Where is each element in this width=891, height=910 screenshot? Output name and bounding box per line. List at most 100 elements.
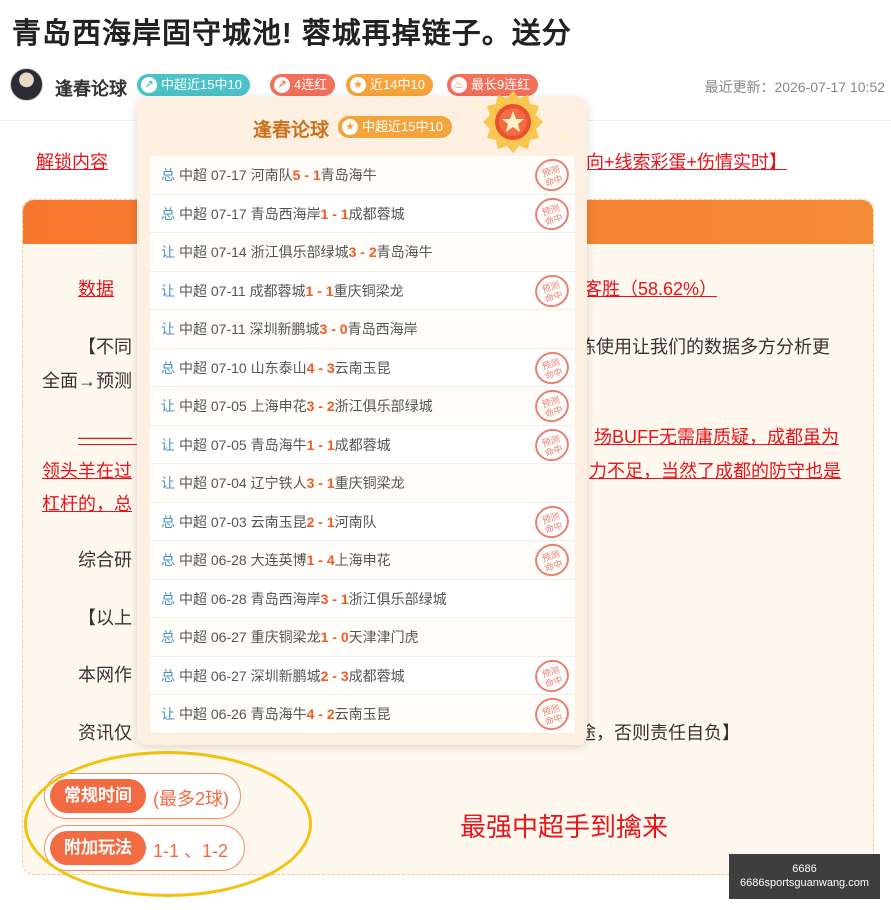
record-away-team: 青岛西海岸 — [347, 321, 418, 337]
record-away-team: 浙江俱乐部绿城 — [348, 590, 447, 607]
record-away-score: 1 — [326, 513, 335, 530]
record-match: 中超 07-03 云南玉昆 — [179, 513, 307, 530]
record-away-team: 浙江俱乐部绿城 — [334, 398, 433, 414]
popup-badge: ★ 中超近15中10 — [338, 116, 452, 138]
watermark: 6686 6686sportsguanwang.com — [729, 854, 880, 899]
record-row[interactable]: 让中超 06-26 青岛海牛4 - 2云南玉昆 预测 命中 — [150, 693, 575, 734]
record-away-team: 云南玉昆 — [334, 359, 391, 376]
hit-stamp-icon: 预测 命中 — [530, 693, 574, 734]
analysis-text-line2-tail: 力不足，当然了成都的防守也是 — [589, 461, 841, 481]
record-match: 中超 07-17 河南队 — [179, 167, 293, 183]
record-away-score: 1 — [326, 475, 335, 491]
record-row[interactable]: 总中超 07-17 青岛西海岸1 - 1成都蓉城 预测 命中 — [150, 193, 575, 234]
unlock-link[interactable]: 解锁内容 — [36, 148, 108, 174]
record-row[interactable]: 让中超 07-11 成都蓉城1 - 1重庆铜梁龙 预测 命中 — [150, 270, 575, 311]
unlock-link-tail[interactable]: 向+线索彩蛋+伤情实时】 — [586, 148, 787, 174]
sparkle-icon: ✦ — [555, 125, 571, 145]
record-match: 中超 07-11 深圳新鹏城 — [179, 321, 320, 337]
star-icon: ★ — [350, 77, 366, 93]
record-match: 中超 07-14 浙江俱乐部绿城 — [179, 244, 349, 260]
record-row[interactable]: 总中超 06-27 重庆铜梁龙1 - 0天津津门虎 — [150, 618, 575, 657]
watermark-line1: 6686 — [792, 863, 817, 875]
record-score-sep: - — [314, 552, 327, 568]
analysis-text-tail: 场BUFF无需庸质疑，成都虽为 — [594, 427, 839, 447]
record-kind: 让 — [161, 282, 175, 299]
record-kind: 总 — [161, 629, 175, 645]
record-match: 中超 06-28 青岛西海岸 — [179, 590, 321, 607]
record-match: 中超 06-26 青岛海牛 — [179, 706, 307, 722]
record-score-sep: - — [313, 282, 326, 299]
arrow-up-icon: ↗ — [274, 77, 290, 93]
record-away-score: 1 — [340, 590, 349, 607]
record-match: 中超 06-27 深圳新鹏城 — [179, 667, 321, 684]
hit-stamp-icon: 预测 命中 — [530, 347, 574, 388]
sparkle-icon: ✦ — [473, 99, 484, 113]
last-updated: 最近更新：2026-07-17 10:52 — [704, 79, 885, 95]
slogan: 最强中超手到擒来 — [460, 812, 669, 842]
record-score-sep: - — [314, 359, 327, 376]
record-row[interactable]: 总中超 06-28 青岛西海岸3 - 1浙江俱乐部绿城 — [150, 580, 575, 618]
record-score-sep: - — [314, 475, 327, 491]
analysis-text-line2: 领头羊在过 — [42, 461, 132, 481]
record-kind: 总 — [161, 513, 175, 530]
record-match: 中超 07-05 青岛海牛 — [179, 436, 307, 453]
record-row[interactable]: 总中超 06-28 大连英博1 - 4上海申花 预测 命中 — [150, 539, 575, 581]
record-away-team: 成都蓉城 — [334, 436, 391, 453]
medal-icon — [483, 91, 543, 153]
record-score-sep: - — [328, 629, 341, 645]
record-row[interactable]: 总中超 07-10 山东泰山4 - 3云南玉昆 预测 命中 — [150, 347, 575, 388]
record-row[interactable]: 让中超 07-14 浙江俱乐部绿城3 - 2青岛海牛 — [150, 233, 575, 272]
avatar[interactable] — [10, 68, 43, 101]
record-kind: 让 — [161, 244, 175, 260]
badge-streak[interactable]: ↗ 4连红 — [270, 74, 336, 96]
badge-recent[interactable]: ↗ 中超近15中10 — [137, 74, 250, 96]
record-away-score: 1 — [325, 282, 334, 299]
badge-recent14-label: 近14中10 — [370, 77, 425, 92]
record-row[interactable]: 让中超 07-11 深圳新鹏城3 - 0青岛西海岸 — [150, 310, 575, 349]
record-score-sep: - — [314, 513, 327, 530]
author-record-popup: 逢春论球 ★ 中超近15中10 ✦ ✦ 总中超 07-17 河南队5 - 1青岛… — [137, 91, 587, 745]
record-away-team: 成都蓉城 — [348, 667, 405, 684]
hit-stamp-icon: 预测 命中 — [530, 385, 574, 427]
record-score-sep: - — [314, 436, 327, 453]
diff-text-tail: 练使用让我们的数据多方分析更 — [578, 337, 830, 357]
record-match: 中超 06-28 大连英博 — [179, 552, 307, 568]
record-away-team: 上海申花 — [334, 552, 391, 568]
record-row[interactable]: 让中超 07-05 青岛海牛1 - 1成都蓉城 预测 命中 — [150, 424, 575, 465]
record-score-sep: - — [314, 706, 327, 722]
hit-stamp-icon: 预测 命中 — [530, 655, 574, 696]
record-away-team: 河南队 — [334, 513, 377, 530]
record-away-score: 1 — [340, 205, 349, 222]
record-row[interactable]: 总中超 07-17 河南队5 - 1青岛海牛 预测 命中 — [150, 156, 575, 196]
author-name[interactable]: 逢春论球 — [55, 75, 127, 101]
record-row[interactable]: 总中超 07-03 云南玉昆2 - 1河南队 预测 命中 — [150, 501, 575, 542]
record-score-sep: - — [300, 167, 313, 183]
record-away-score: 1 — [312, 167, 321, 183]
summary-text: 【以上 — [78, 608, 132, 628]
disclaimer-text: 资讯仅 — [78, 723, 132, 743]
record-kind: 总 — [161, 590, 175, 607]
article-title: 青岛西海岸固守城池! 蓉城再掉链子。送分 — [12, 18, 572, 50]
record-kind: 让 — [161, 321, 175, 337]
composite-text: 综合研 — [78, 550, 132, 570]
hit-stamp-icon: 预测 命中 — [530, 501, 574, 542]
record-list: 总中超 07-17 河南队5 - 1青岛海牛 预测 命中总 中超 07-17 青岛西海… — [150, 156, 575, 734]
record-row[interactable]: 让中超 07-04 辽宁铁人3 - 1重庆铜梁龙 — [150, 464, 575, 503]
analysis-text-line3: 杠杆的，总 — [42, 494, 132, 514]
record-row[interactable]: 总中超 06-27 深圳新鹏城2 - 3成都蓉城 预测 命中 — [150, 655, 575, 696]
record-kind: 总 — [161, 359, 175, 376]
record-away-score: 1 — [326, 436, 335, 453]
record-away-team: 青岛海牛 — [320, 167, 377, 183]
record-score-sep: - — [356, 244, 369, 260]
record-score-sep: - — [327, 321, 340, 337]
record-match: 中超 06-27 重庆铜梁龙 — [179, 629, 321, 645]
record-kind: 让 — [161, 706, 175, 722]
badge-recent14[interactable]: ★ 近14中10 — [346, 74, 433, 96]
flame-icon: ♨ — [451, 77, 467, 93]
popup-author-name: 逢春论球 — [253, 120, 330, 141]
watermark-line2: 6686sportsguanwang.com — [739, 877, 870, 889]
data-text: 数据 — [78, 279, 114, 299]
record-match: 中超 07-17 青岛西海岸 — [179, 205, 321, 222]
record-row[interactable]: 让中超 07-05 上海申花3 - 2浙江俱乐部绿城 预测 命中 — [150, 385, 575, 427]
record-score-sep: - — [328, 205, 341, 222]
